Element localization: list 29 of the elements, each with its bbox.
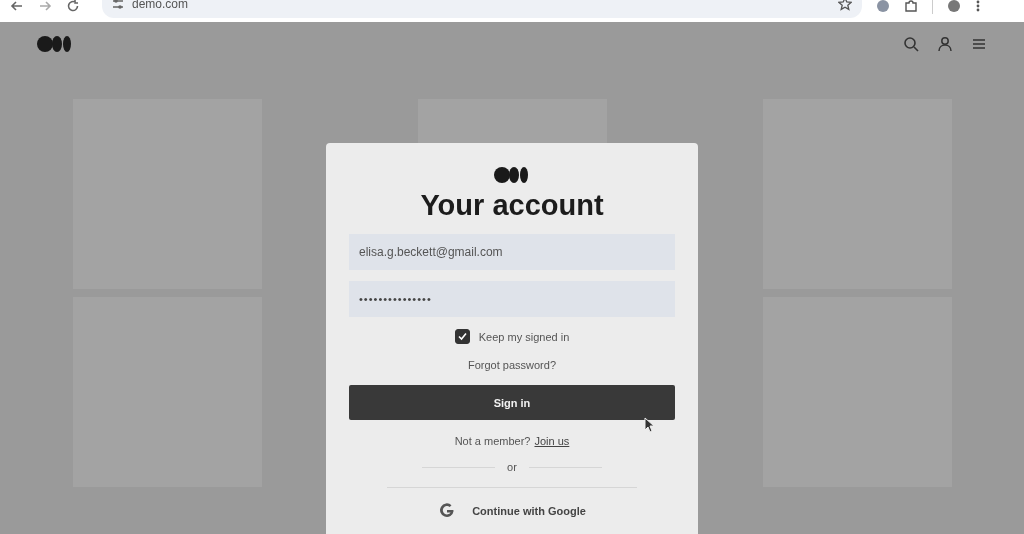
g-icon (438, 502, 457, 520)
email-field[interactable]: elisa.g.beckett@gmail.com (349, 234, 675, 270)
profile-icon[interactable] (947, 0, 961, 13)
password-field[interactable]: ••••••••••••••• (349, 281, 675, 317)
checkbox[interactable] (454, 329, 470, 344)
tune-icon[interactable] (112, 0, 124, 10)
address-bar[interactable]: demo.com (102, 0, 862, 18)
extension-icon[interactable] (876, 0, 890, 13)
logo-icon (37, 36, 73, 52)
google-button[interactable]: Continue with Google (434, 498, 590, 524)
user-icon[interactable] (937, 36, 953, 52)
reload-icon[interactable] (66, 0, 80, 13)
divider-text: or (507, 461, 517, 473)
logo-icon (494, 167, 530, 183)
back-icon[interactable] (10, 0, 24, 13)
login-title: Your account (420, 189, 604, 222)
search-icon[interactable] (903, 36, 919, 52)
forgot-password-link[interactable]: Forgot password? (467, 359, 556, 371)
cursor-icon (644, 417, 656, 433)
menu-icon[interactable] (971, 36, 987, 52)
sign-in-button[interactable]: Sign in (349, 385, 675, 420)
address-text: demo.com (132, 0, 189, 11)
join-link[interactable]: Join us (534, 435, 570, 447)
more-icon[interactable] (975, 0, 981, 13)
checkmark-icon (457, 332, 467, 341)
star-icon[interactable] (838, 0, 852, 11)
checkbox-label: Keep my signed in (478, 330, 570, 343)
member-prompt: Not a member? (454, 435, 531, 447)
puzzle-icon[interactable] (904, 0, 918, 13)
